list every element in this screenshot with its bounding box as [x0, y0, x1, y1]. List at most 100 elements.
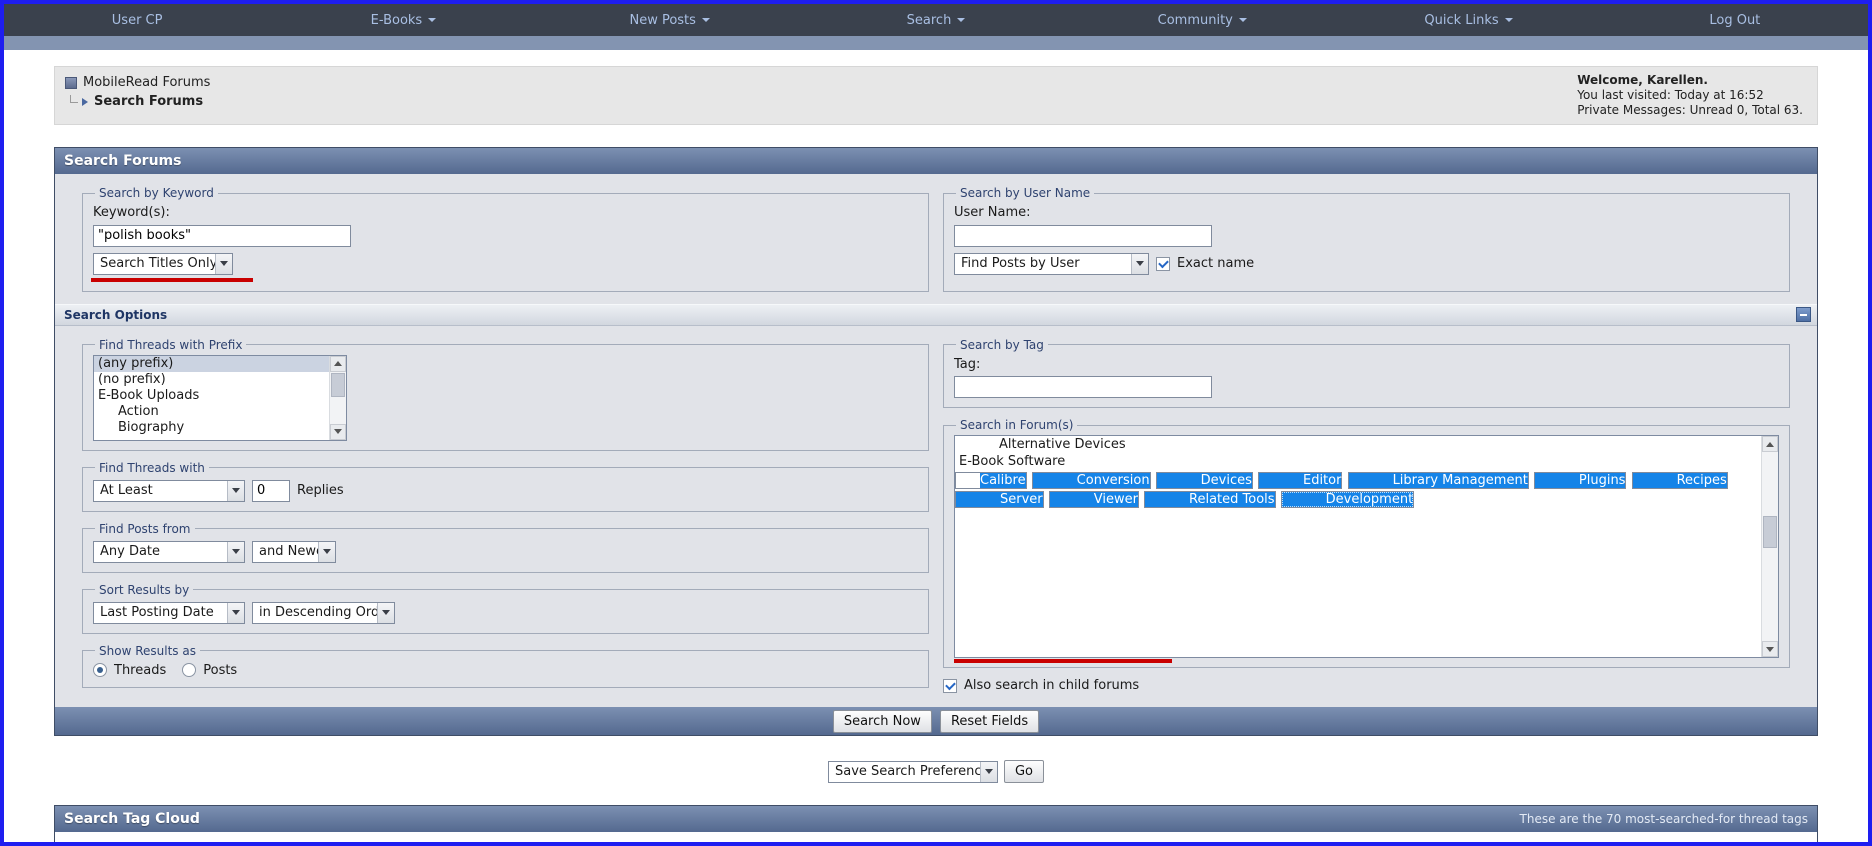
- username-input[interactable]: [954, 224, 1212, 247]
- tag-cloud-panel: Search Tag Cloud These are the 70 most-s…: [54, 805, 1818, 842]
- forum-option[interactable]: Devices: [1155, 472, 1253, 489]
- dropdown-arrow-icon: [1131, 253, 1148, 274]
- forum-option[interactable]: Library Management: [1347, 472, 1529, 489]
- forum-option[interactable]: Related Tools: [1144, 491, 1276, 508]
- radio-button[interactable]: [93, 663, 107, 677]
- forum-option[interactable]: Editor: [1257, 472, 1343, 489]
- panel-title: Search Forums: [64, 153, 182, 169]
- forum-option[interactable]: E-Book Software: [955, 453, 1761, 470]
- forum-option[interactable]: Viewer: [1048, 491, 1139, 508]
- search-scope-select[interactable]: Search Titles Only: [93, 252, 233, 275]
- forum-option[interactable]: Alternative Devices: [955, 436, 1761, 453]
- scroll-thumb[interactable]: [1763, 516, 1777, 548]
- go-button[interactable]: Go: [1003, 760, 1045, 783]
- forum-option[interactable]: Development: [1280, 491, 1415, 508]
- keyword-input[interactable]: [93, 224, 351, 247]
- nav-item-label: E-Books: [370, 12, 423, 28]
- forum-option-label: Conversion: [1076, 473, 1150, 488]
- replies-legend: Find Threads with: [99, 460, 205, 475]
- prefix-option[interactable]: (no prefix): [94, 372, 329, 388]
- forum-option-label: Related Tools: [1189, 492, 1275, 507]
- forums-fieldset: Search in Forum(s) Alternative Devices E…: [943, 418, 1790, 668]
- nav-item[interactable]: Quick Links: [1335, 4, 1601, 36]
- private-messages-text: Private Messages: Unread 0, Total 63.: [1577, 103, 1803, 117]
- user-search-mode-value: Find Posts by User: [961, 256, 1080, 271]
- sort-field-select[interactable]: Last Posting Date: [93, 601, 245, 624]
- prefix-option[interactable]: Biography: [94, 420, 329, 436]
- panel-body: Search by Keyword Keyword(s): Search Tit…: [55, 174, 1817, 707]
- prefix-option[interactable]: E-Book Uploads: [94, 388, 329, 404]
- sort-order-select[interactable]: in Descending Order: [252, 601, 395, 624]
- forum-option-label: Library Management: [1392, 473, 1528, 488]
- tag-label: Tag:: [954, 356, 981, 372]
- nav-item[interactable]: Community: [1069, 4, 1335, 36]
- tag-legend: Search by Tag: [960, 337, 1044, 352]
- nav-item[interactable]: Log Out: [1602, 4, 1868, 36]
- forum-option[interactable]: Recipes: [1631, 472, 1728, 489]
- scrollbar[interactable]: [1761, 436, 1778, 657]
- prefix-fieldset: Find Threads with Prefix (any prefix) (n…: [82, 337, 929, 451]
- forum-option-label: Editor: [1302, 473, 1342, 488]
- replies-mode-select[interactable]: At Least: [93, 479, 245, 502]
- nav-item-label: Log Out: [1709, 12, 1761, 28]
- user-search-mode-select[interactable]: Find Posts by User: [954, 252, 1149, 275]
- tag-input[interactable]: [954, 376, 1212, 398]
- tag-link[interactable]: calibre: [650, 840, 724, 842]
- forum-option[interactable]: Calibre: [955, 472, 1027, 489]
- keyword-label: Keyword(s):: [93, 205, 170, 220]
- scroll-up-icon[interactable]: [330, 355, 346, 372]
- scrollbar[interactable]: [329, 355, 346, 440]
- replies-mode-value: At Least: [100, 483, 153, 498]
- exact-name-checkbox[interactable]: [1156, 256, 1170, 271]
- breadcrumb-tree: MobileRead Forums Search Forums: [65, 73, 210, 118]
- prefix-listbox[interactable]: (any prefix) (no prefix) E-Book Uploads …: [93, 354, 347, 441]
- date-direction-select[interactable]: and Newer: [252, 540, 336, 563]
- date-legend: Find Posts from: [99, 521, 191, 536]
- sort-field-value: Last Posting Date: [100, 605, 214, 620]
- tree-elbow-icon: [70, 95, 78, 103]
- username-legend: Search by User Name: [960, 186, 1091, 200]
- date-range-select[interactable]: Any Date: [93, 540, 245, 563]
- dropdown-arrow-icon: [227, 602, 244, 623]
- collapse-icon[interactable]: [1796, 307, 1811, 322]
- scroll-thumb[interactable]: [331, 372, 345, 397]
- nav-item-label: User CP: [111, 12, 163, 28]
- nav-item-label: Community: [1157, 12, 1233, 28]
- save-preferences-select[interactable]: Save Search Preferences: [827, 760, 998, 783]
- forum-option-label: Alternative Devices: [999, 437, 1126, 452]
- prefix-option[interactable]: (any prefix): [94, 355, 329, 372]
- forum-option[interactable]: Server: [955, 491, 1044, 508]
- forum-option[interactable]: Conversion: [1031, 472, 1151, 489]
- search-now-button[interactable]: Search Now: [832, 709, 932, 733]
- scroll-down-icon[interactable]: [330, 423, 346, 440]
- nav-item[interactable]: New Posts: [537, 4, 803, 36]
- reset-fields-button[interactable]: Reset Fields: [939, 709, 1040, 733]
- date-direction-value: and Newer: [259, 544, 318, 559]
- nav-item[interactable]: Search: [803, 4, 1069, 36]
- scroll-down-icon[interactable]: [1762, 641, 1778, 657]
- scroll-up-icon[interactable]: [1762, 436, 1778, 452]
- chevron-down-icon: [701, 18, 710, 22]
- show-results-option: Posts: [182, 663, 237, 678]
- forum-option-label: Viewer: [1093, 492, 1138, 507]
- prefix-option[interactable]: Action: [94, 404, 329, 420]
- nav-item[interactable]: E-Books: [270, 4, 536, 36]
- nav-item-label: New Posts: [629, 12, 696, 28]
- child-forums-checkbox[interactable]: [943, 678, 957, 693]
- forum-icon: [65, 76, 77, 89]
- forum-option-label: Development: [1325, 492, 1414, 507]
- panel-footer: Search Now Reset Fields: [55, 707, 1817, 735]
- breadcrumb-root-link[interactable]: MobileRead Forums: [83, 75, 210, 90]
- radio-button[interactable]: [182, 663, 197, 677]
- prefix-option-label: (any prefix): [98, 355, 174, 371]
- date-fieldset: Find Posts from Any Date and Newer: [82, 521, 929, 573]
- replies-count-input[interactable]: [252, 479, 290, 502]
- radio-label: Posts: [203, 662, 238, 678]
- forum-multiselect[interactable]: Alternative Devices E-Book Software Cali…: [954, 435, 1779, 658]
- chevron-down-icon: [957, 18, 966, 22]
- chevron-down-icon: [1238, 18, 1247, 22]
- nav-item[interactable]: User CP: [4, 4, 270, 36]
- breadcrumb: MobileRead Forums Search Forums Welcome,…: [54, 66, 1818, 125]
- forum-option[interactable]: Plugins: [1533, 472, 1627, 489]
- annotation-underline-development: [954, 659, 1172, 663]
